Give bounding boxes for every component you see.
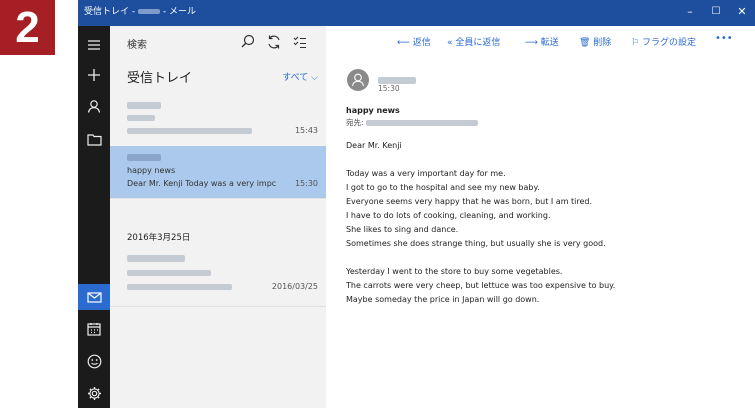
reply-all-button[interactable]: « 全員に返信 bbox=[447, 35, 500, 48]
calendar-icon[interactable] bbox=[78, 316, 110, 342]
forward-label: 転送 bbox=[540, 38, 559, 48]
window-title: 受信トレイ - - メール bbox=[84, 0, 196, 24]
flag-icon: ⚐ bbox=[631, 38, 642, 48]
account-icon[interactable] bbox=[78, 93, 110, 119]
reply-icon: ⟵ bbox=[397, 38, 413, 48]
close-button[interactable]: ✕ bbox=[731, 0, 753, 24]
reply-button[interactable]: ⟵ 返信 bbox=[397, 35, 431, 48]
folder-icon[interactable] bbox=[78, 126, 110, 152]
body-line: Today was a very important day for me. bbox=[346, 169, 506, 178]
settings-icon[interactable] bbox=[78, 380, 110, 406]
message-list-pane: 検索 受信トレイ すべて ⌵ 15:43 happy news Dear Mr.… bbox=[110, 26, 326, 408]
flag-label: フラグの設定 bbox=[641, 38, 696, 48]
flag-button[interactable]: ⚐ フラグの設定 bbox=[631, 35, 696, 48]
maximize-button[interactable]: ☐ bbox=[705, 0, 727, 24]
forward-icon: ⟶ bbox=[525, 38, 541, 48]
hamburger-icon[interactable] bbox=[78, 32, 110, 58]
trash-icon: 🗑 bbox=[579, 38, 594, 48]
list-item[interactable]: 15:43 bbox=[110, 94, 326, 147]
message-sender-redacted bbox=[127, 153, 161, 162]
date-group-header: 2016年3月25日 bbox=[110, 226, 326, 248]
message-time: 15:43 bbox=[294, 126, 318, 135]
message-preview: Dear Mr. Kenji Today was a very impc bbox=[127, 179, 277, 188]
list-item[interactable]: 2016/03/25 bbox=[110, 248, 326, 307]
body-line: The carrots were very cheep, but lettuce… bbox=[346, 281, 616, 290]
reply-all-label: 全員に返信 bbox=[455, 38, 501, 48]
email-body: Dear Mr. Kenji Today was a very importan… bbox=[346, 139, 615, 307]
search-label: 検索 bbox=[127, 40, 147, 51]
search-icon[interactable] bbox=[238, 32, 258, 52]
avatar bbox=[347, 69, 369, 91]
folder-title: 受信トレイ bbox=[127, 71, 193, 86]
body-blank-line bbox=[346, 251, 615, 265]
window-title-prefix: 受信トレイ - bbox=[84, 7, 138, 17]
minimize-button[interactable]: – bbox=[679, 0, 701, 24]
mail-window: 受信トレイ - - メール – ☐ ✕ 検索 受信トレイ すべて ⌵ 15:43… bbox=[78, 0, 755, 408]
message-time: 15:30 bbox=[294, 179, 318, 188]
message-subject: happy news bbox=[127, 166, 176, 175]
message-sender-redacted bbox=[127, 101, 161, 110]
message-sender-redacted bbox=[127, 254, 185, 263]
email-time: 15:30 bbox=[378, 84, 400, 93]
reply-label: 返信 bbox=[412, 38, 431, 48]
body-line: I have to do lots of cooking, cleaning, … bbox=[346, 211, 551, 220]
message-subject-redacted bbox=[127, 268, 211, 277]
body-line: Maybe someday the price in Japan will go… bbox=[346, 295, 540, 304]
body-blank-line bbox=[346, 153, 615, 167]
body-line: Dear Mr. Kenji bbox=[346, 141, 402, 150]
delete-label: 削除 bbox=[593, 38, 612, 48]
list-item-selected[interactable]: happy news Dear Mr. Kenji Today was a ve… bbox=[110, 146, 326, 199]
folder-header: 受信トレイ すべて ⌵ bbox=[110, 64, 326, 88]
delete-button[interactable]: 🗑 削除 bbox=[579, 35, 611, 48]
reading-pane: ⟵ 返信 « 全員に返信 ⟶ 転送 🗑 削除 ⚐ フラグの設定 ••• 15:3… bbox=[326, 26, 755, 408]
body-line: She likes to sing and dance. bbox=[346, 225, 459, 234]
message-time: 2016/03/25 bbox=[271, 282, 318, 291]
step-number-badge: 2 bbox=[0, 0, 55, 55]
body-line: Everyone seems very happy that he was bo… bbox=[346, 197, 593, 206]
mail-icon[interactable] bbox=[78, 284, 110, 310]
title-bar: 受信トレイ - - メール – ☐ ✕ bbox=[78, 0, 755, 26]
more-actions-button[interactable]: ••• bbox=[715, 33, 733, 44]
to-label: 宛先: bbox=[346, 118, 364, 127]
forward-button[interactable]: ⟶ 転送 bbox=[525, 35, 559, 48]
nav-rail bbox=[78, 26, 110, 408]
window-title-suffix: - メール bbox=[159, 7, 196, 17]
account-name-redacted bbox=[137, 9, 160, 14]
body-line: I got to go to the hospital and see my n… bbox=[346, 183, 540, 192]
search-bar[interactable]: 検索 bbox=[110, 26, 326, 58]
recipient-line: 宛先: bbox=[346, 117, 478, 128]
message-preview-redacted bbox=[127, 282, 232, 291]
sync-icon[interactable] bbox=[264, 32, 284, 52]
feedback-icon[interactable] bbox=[78, 348, 110, 374]
message-toolbar: ⟵ 返信 « 全員に返信 ⟶ 転送 🗑 削除 ⚐ フラグの設定 ••• bbox=[326, 26, 755, 56]
date-group-label: 2016年3月25日 bbox=[127, 233, 191, 243]
compose-icon[interactable] bbox=[78, 62, 110, 88]
selection-mode-icon[interactable] bbox=[290, 32, 310, 52]
body-line: Sometimes she does strange thing, but us… bbox=[346, 239, 606, 248]
email-subject: happy news bbox=[346, 106, 400, 115]
filter-dropdown[interactable]: すべて ⌵ bbox=[282, 70, 318, 83]
body-line: Yesterday I went to the store to buy som… bbox=[346, 267, 563, 276]
message-preview-redacted bbox=[127, 126, 252, 135]
message-subject-redacted bbox=[127, 113, 155, 122]
